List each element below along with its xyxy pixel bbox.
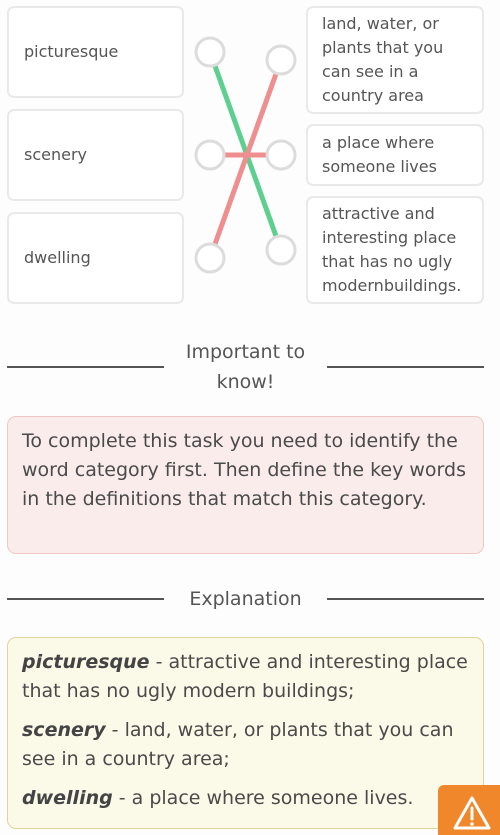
term-connector-dot[interactable] — [194, 242, 226, 274]
divider-rule — [7, 366, 164, 368]
explanation-item: picturesque - attractive and interesting… — [22, 648, 469, 706]
important-notice: To complete this task you need to identi… — [7, 416, 484, 554]
explanation-definition: - a place where someone lives. — [112, 787, 414, 809]
explanation-heading: Explanation — [189, 588, 302, 610]
connection-lines — [194, 36, 297, 274]
definition-connector-dot[interactable] — [265, 234, 297, 266]
report-button[interactable] — [438, 785, 500, 835]
explanation-box: picturesque - attractive and interesting… — [7, 637, 484, 829]
important-divider: Important to know! — [7, 337, 484, 397]
definition-connector-dot[interactable] — [265, 44, 297, 76]
explanation-term: scenery — [22, 719, 106, 741]
explanation-term: picturesque — [22, 651, 150, 673]
important-heading: Important to know! — [185, 341, 306, 393]
explanation-item: dwelling - a place where someone lives. — [22, 784, 469, 813]
divider-rule — [7, 598, 164, 600]
divider-rule — [327, 366, 484, 368]
explanation-item: scenery - land, water, or plants that yo… — [22, 716, 469, 774]
term-connector-dot[interactable] — [194, 36, 226, 68]
explanation-term: dwelling — [22, 787, 113, 809]
divider-rule — [327, 598, 484, 600]
explanation-divider: Explanation — [7, 584, 484, 614]
term-connector-dot[interactable] — [194, 139, 226, 171]
definition-connector-dot[interactable] — [265, 139, 297, 171]
